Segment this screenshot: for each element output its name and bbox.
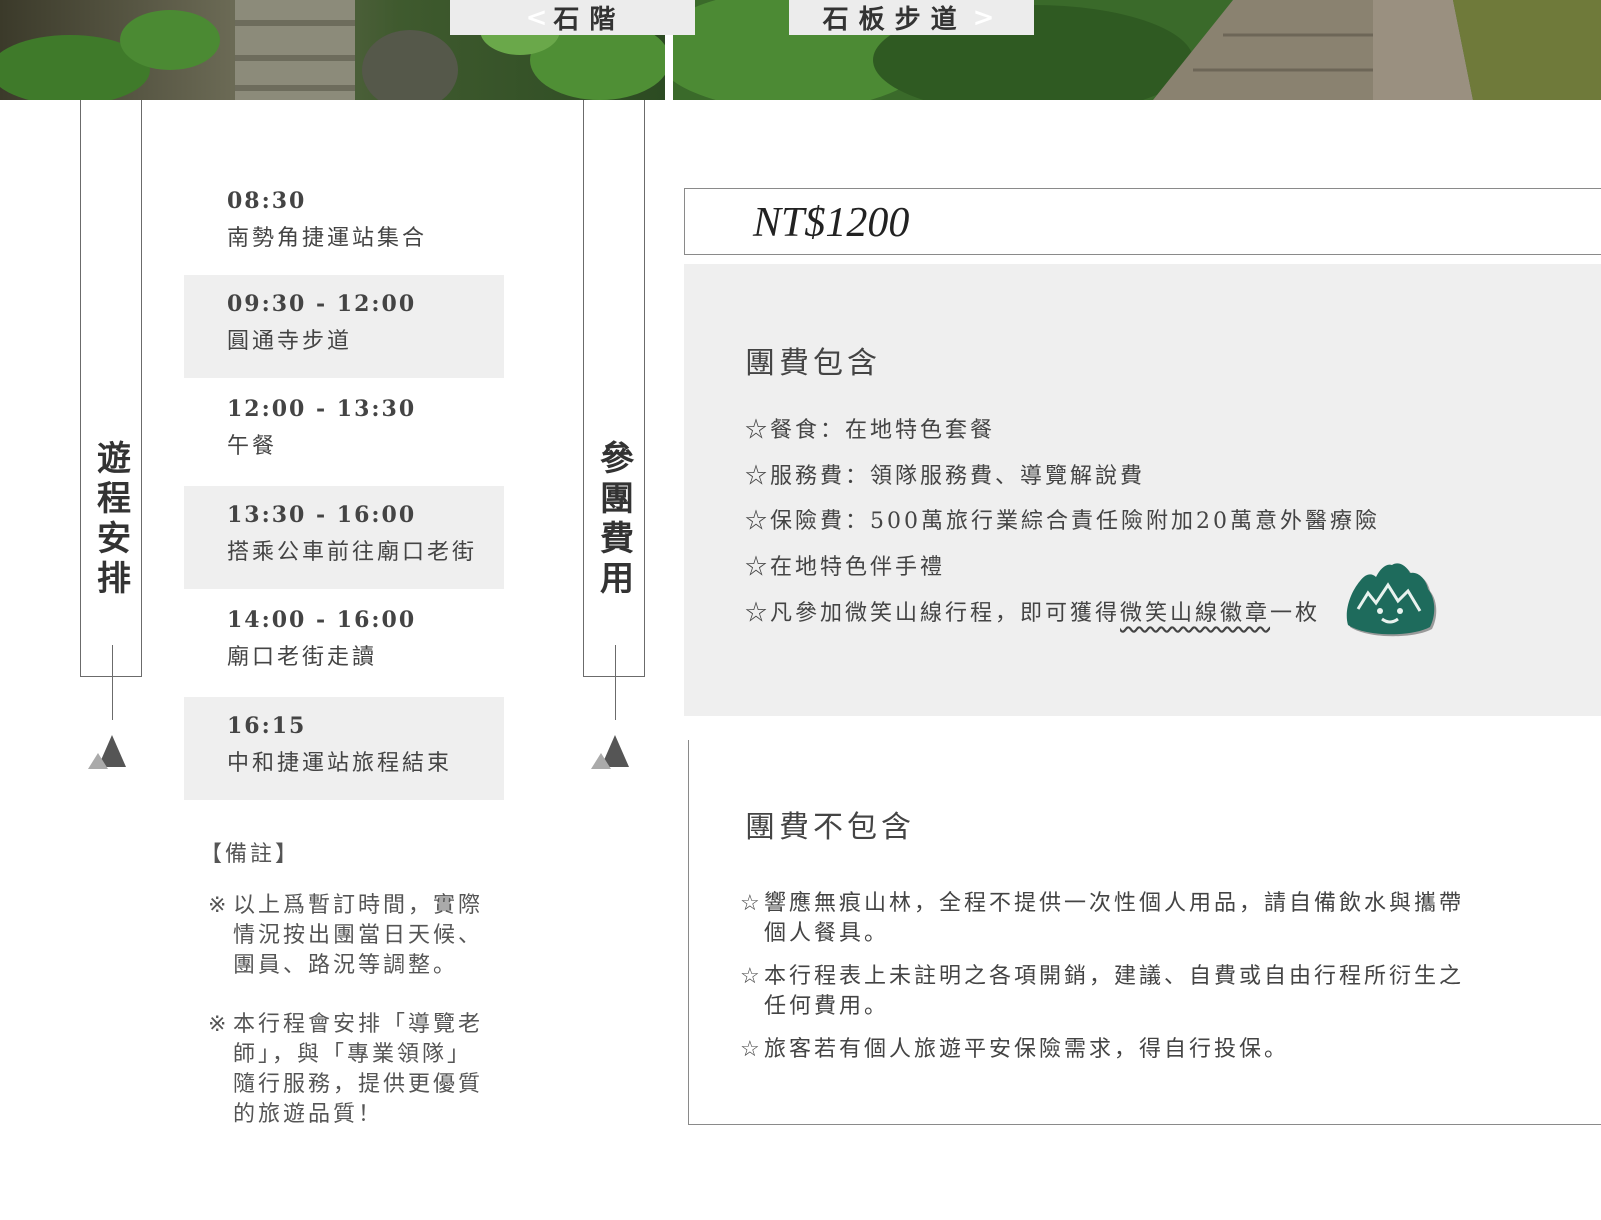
excluded-item: ☆ 響應無痕山林，全程不提供一次性個人用品，請自備飲水與攜帶個人餐具。 bbox=[740, 889, 1470, 949]
chevron-left-icon: < bbox=[525, 2, 548, 33]
schedule-desc: 午餐 bbox=[227, 434, 278, 459]
schedule-item: 09:30 - 12:00 圓通寺步道 bbox=[184, 275, 504, 378]
schedule-time: 16:15 bbox=[227, 713, 307, 739]
schedule-time: 09:30 - 12:00 bbox=[227, 291, 417, 317]
schedule-desc: 南勢角捷運站集合 bbox=[227, 226, 428, 251]
mountain-icon bbox=[591, 735, 629, 769]
excluded-text: 本行程表上未註明之各項開銷，建議、自費或自由行程所衍生之任何費用。 bbox=[764, 964, 1465, 1019]
excluded-text: 旅客若有個人旅遊平安保險需求，得自行投保。 bbox=[764, 1037, 1290, 1062]
photo-caption-stone-path: 石板步道 > bbox=[789, 0, 1034, 35]
note-text: 以上爲暫訂時間，實際情況按出團當日天候、團員、路況等調整。 bbox=[233, 893, 484, 978]
included-item-prefix: ☆凡參加微笑山線行程，即可獲得 bbox=[745, 601, 1121, 626]
photo-caption-stone-steps: < 石階 bbox=[450, 0, 695, 35]
schedule-item: 14:00 - 16:00 廟口老街走讀 bbox=[184, 591, 504, 694]
star-icon: ☆ bbox=[740, 964, 763, 989]
schedule-desc: 圓通寺步道 bbox=[227, 329, 353, 354]
included-item: ☆保險費：500萬旅行業綜合責任險附加20萬意外醫療險 bbox=[745, 509, 1380, 534]
schedule-desc: 廟口老街走讀 bbox=[227, 645, 378, 670]
itinerary-label-text: 遊程安排 bbox=[90, 440, 131, 600]
chevron-right-icon: > bbox=[972, 2, 995, 33]
schedule-time: 12:00 - 13:30 bbox=[227, 396, 417, 422]
note-item: ※ 以上爲暫訂時間，實際情況按出團當日天候、團員、路況等調整。 bbox=[208, 891, 488, 981]
included-item-suffix: 一枚 bbox=[1270, 601, 1321, 626]
caption-label: 石階 bbox=[553, 5, 626, 35]
excluded-item: ☆ 本行程表上未註明之各項開銷，建議、自費或自由行程所衍生之任何費用。 bbox=[740, 962, 1470, 1022]
star-icon: ☆ bbox=[740, 891, 763, 916]
mountain-icon bbox=[88, 735, 126, 769]
reference-mark-icon: ※ bbox=[208, 1012, 230, 1037]
price-value: NT$1200 bbox=[753, 200, 910, 246]
caption-label: 石板步道 bbox=[822, 5, 967, 35]
badge-name: 微笑山線徽章 bbox=[1120, 601, 1271, 626]
schedule-time: 14:00 - 16:00 bbox=[227, 607, 417, 633]
mountain-badge-icon bbox=[1346, 563, 1437, 637]
included-title: 團費包含 bbox=[745, 346, 881, 381]
included-item: ☆凡參加微笑山線行程，即可獲得微笑山線徽章一枚 bbox=[745, 595, 1320, 627]
price-box: NT$1200 bbox=[684, 188, 1601, 255]
excluded-item: ☆ 旅客若有個人旅遊平安保險需求，得自行投保。 bbox=[740, 1035, 1470, 1065]
notes-title: 【備註】 bbox=[200, 842, 301, 867]
fee-label-text: 參團費用 bbox=[593, 440, 634, 600]
divider-line bbox=[112, 645, 113, 720]
schedule-desc: 中和捷運站旅程結束 bbox=[227, 751, 453, 776]
schedule-time: 13:30 - 16:00 bbox=[227, 502, 417, 528]
included-item: ☆在地特色伴手禮 bbox=[745, 555, 946, 580]
note-text: 本行程會安排「導覽老師」，與「專業領隊」隨行服務，提供更優質的旅遊品質！ bbox=[233, 1012, 484, 1127]
schedule-time: 08:30 bbox=[227, 188, 307, 214]
schedule-item: 12:00 - 13:30 午餐 bbox=[184, 380, 504, 483]
reference-mark-icon: ※ bbox=[208, 893, 230, 918]
included-item: ☆餐食：在地特色套餐 bbox=[745, 418, 996, 443]
schedule-desc: 搭乘公車前往廟口老街 bbox=[227, 540, 478, 565]
schedule-item: 16:15 中和捷運站旅程結束 bbox=[184, 697, 504, 800]
excluded-title: 團費不包含 bbox=[745, 810, 915, 845]
included-panel bbox=[684, 264, 1601, 716]
star-icon: ☆ bbox=[740, 1037, 763, 1062]
schedule-item: 13:30 - 16:00 搭乘公車前往廟口老街 bbox=[184, 486, 504, 589]
included-item: ☆服務費：領隊服務費、導覽解說費 bbox=[745, 464, 1146, 489]
itinerary-section-label: 遊程安排 bbox=[80, 100, 142, 677]
schedule-item: 08:30 南勢角捷運站集合 bbox=[184, 172, 504, 275]
note-item: ※ 本行程會安排「導覽老師」，與「專業領隊」隨行服務，提供更優質的旅遊品質！ bbox=[208, 1010, 488, 1130]
excluded-text: 響應無痕山林，全程不提供一次性個人用品，請自備飲水與攜帶個人餐具。 bbox=[764, 891, 1465, 946]
divider-line bbox=[615, 645, 616, 720]
fee-section-label: 參團費用 bbox=[583, 100, 645, 677]
